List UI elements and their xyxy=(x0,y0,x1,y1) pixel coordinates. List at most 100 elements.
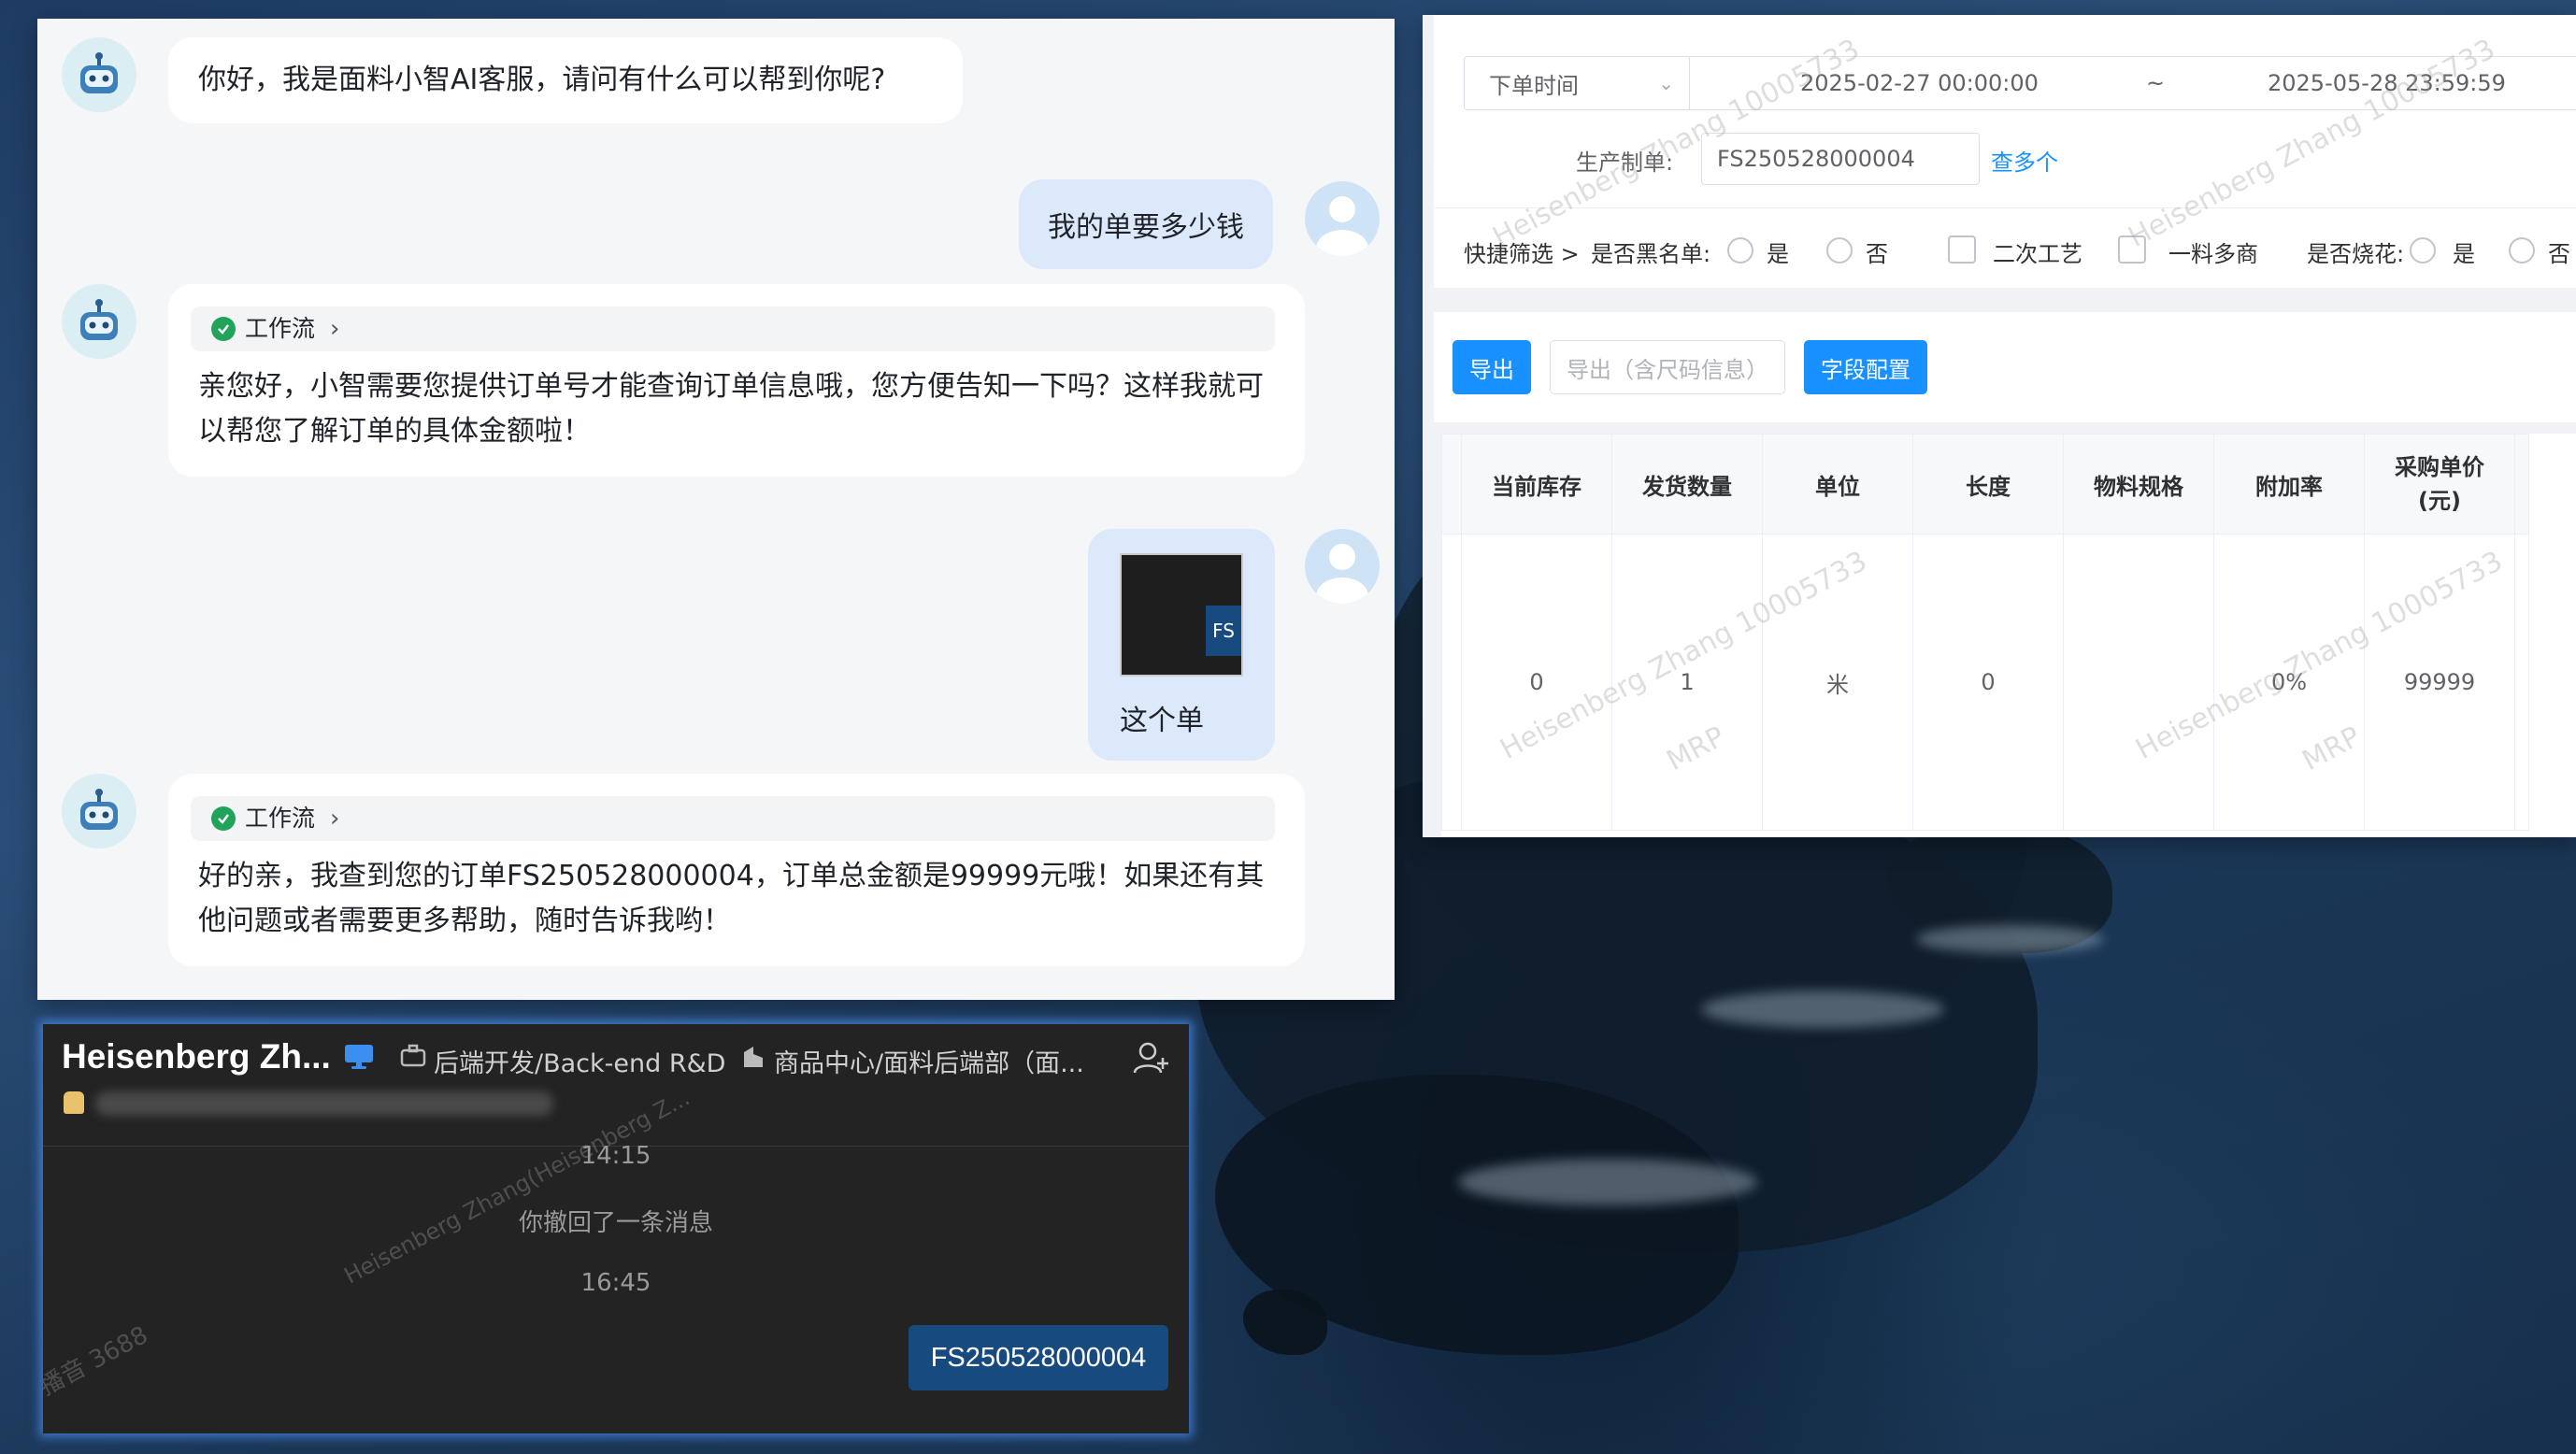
table-cell xyxy=(2063,534,2214,831)
blacklist-no-radio[interactable] xyxy=(1826,237,1853,264)
button-label: 导出 xyxy=(1469,356,1514,383)
add-member-icon[interactable] xyxy=(1133,1041,1170,1078)
message-text: 亲您好，小智需要您提供订单号才能查询订单信息哦，您方便告知一下吗？这样我就可 以… xyxy=(198,364,1264,454)
button-label: 字段配置 xyxy=(1821,356,1911,383)
burnout-no-radio[interactable] xyxy=(2509,237,2535,264)
radio-label: 否 xyxy=(2548,241,2570,267)
rock-shape xyxy=(1243,1290,1327,1355)
bot-avatar xyxy=(62,284,136,359)
thumbnail-highlight: FS xyxy=(1206,606,1241,656)
checkbox-label: 一料多商 xyxy=(2168,241,2258,267)
im-chat-window: Heisenberg Zh... 后端开发/Back-end R&D 商品中心/… xyxy=(43,1024,1189,1433)
bot-message: 工作流 › 亲您好，小智需要您提供订单号才能查询订单信息哦，您方便告知一下吗？这… xyxy=(168,284,1305,477)
check-circle-icon xyxy=(211,806,236,831)
column-header: 当前库存 xyxy=(1461,434,1612,535)
table-cell: 0 xyxy=(1912,534,2064,831)
bot-avatar xyxy=(62,774,136,848)
wave-foam xyxy=(1916,925,2103,953)
table-header-cell xyxy=(2514,434,2529,535)
burnout-label: 是否烧花: xyxy=(2307,241,2405,267)
column-header: 物料规格 xyxy=(2063,434,2214,535)
bot-avatar xyxy=(62,37,136,112)
result-table: 当前库存 发货数量 单位 长度 物料规格 附加率 采购单价 (元) 0 1 米 … xyxy=(1441,434,2576,837)
workflow-label: 工作流 xyxy=(245,805,316,832)
bot-message: 工作流 › 好的亲，我查到您的订单FS250528000004，订单总金额是99… xyxy=(168,774,1305,966)
filter-panel: 下单时间 ⌄ 2025-02-27 00:00:00 ~ 2025-05-28 … xyxy=(1434,15,2576,288)
chevron-right-icon: › xyxy=(330,805,340,833)
message-line: 好的亲，我查到您的订单FS250528000004，订单总金额是99999元哦！… xyxy=(198,860,1265,892)
thumbnail-text: FS xyxy=(1212,620,1235,642)
robot-icon xyxy=(80,789,118,830)
message-line: 他问题或者需要更多帮助，随时告诉我哟！ xyxy=(198,905,731,937)
divider xyxy=(1434,207,2576,208)
erp-panel: 下单时间 ⌄ 2025-02-27 00:00:00 ~ 2025-05-28 … xyxy=(1423,15,2576,837)
user-icon xyxy=(1316,196,1368,256)
table-cell: 0 xyxy=(1461,534,1612,831)
table-header-row: 当前库存 发货数量 单位 长度 物料规格 附加率 采购单价 (元) xyxy=(1441,434,2529,535)
field-config-button[interactable]: 字段配置 xyxy=(1804,340,1927,394)
radio-label: 否 xyxy=(1866,241,1888,267)
select-value: 下单时间 xyxy=(1489,72,1579,99)
message-text: 好的亲，我查到您的订单FS250528000004，订单总金额是99999元哦！… xyxy=(198,854,1264,944)
message-line: 以帮您了解订单的具体金额啦！ xyxy=(198,415,591,448)
radio-label: 是 xyxy=(1767,241,1789,267)
query-multiple-link[interactable]: 查多个 xyxy=(1991,144,2058,177)
wave-foam xyxy=(1701,991,1944,1028)
table-header-cell xyxy=(1441,434,1462,535)
export-button[interactable]: 导出 xyxy=(1453,340,1531,394)
input-value: FS250528000004 xyxy=(1717,146,1915,172)
blacklist-label: 是否黑名单: xyxy=(1591,241,1711,267)
user-avatar xyxy=(1305,529,1380,604)
message-text: FS250528000004 xyxy=(930,1342,1147,1373)
checkbox-label: 二次工艺 xyxy=(1993,241,2082,267)
column-header: 单位 xyxy=(1762,434,1913,535)
table-cell xyxy=(1441,534,1462,831)
message-line: 亲您好，小智需要您提供订单号才能查询订单信息哦，您方便告知一下吗？这样我就可 xyxy=(198,370,1264,403)
table-cell xyxy=(2514,534,2529,831)
export-with-size-button[interactable]: 导出（含尺码信息） xyxy=(1550,340,1785,394)
column-header: 附加率 xyxy=(2213,434,2365,535)
column-header: 发货数量 xyxy=(1611,434,1763,535)
action-bar: 导出 导出（含尺码信息） 字段配置 xyxy=(1434,312,2576,422)
check-circle-icon xyxy=(211,317,236,341)
user-icon xyxy=(1316,544,1368,604)
robot-icon xyxy=(80,299,118,340)
workflow-chip[interactable]: 工作流 › xyxy=(191,796,1275,841)
status-emoji-icon xyxy=(64,1091,84,1114)
user-message: FS 这个单 xyxy=(1088,529,1275,761)
message-text: 我的单要多少钱 xyxy=(1048,211,1244,244)
bot-message: 你好，我是面料小智AI客服，请问有什么可以帮到你呢? xyxy=(168,37,963,123)
chevron-right-icon: › xyxy=(330,315,340,343)
contact-name[interactable]: Heisenberg Zh... xyxy=(62,1037,331,1076)
radio-label: 是 xyxy=(2453,241,2475,267)
secondary-process-checkbox[interactable] xyxy=(1948,235,1976,264)
department-label[interactable]: 后端开发/Back-end R&D xyxy=(434,1043,725,1079)
date-type-select[interactable]: 下单时间 ⌄ xyxy=(1464,56,1690,110)
burnout-yes-radio[interactable] xyxy=(2410,237,2436,264)
column-header: 采购单价 (元) xyxy=(2364,434,2515,535)
ai-chat-window: 你好，我是面料小智AI客服，请问有什么可以帮到你呢? 我的单要多少钱 工作流 › xyxy=(37,19,1395,1000)
timestamp: 16:45 xyxy=(580,1269,651,1297)
production-order-input[interactable]: FS250528000004 xyxy=(1701,133,1980,185)
button-label: 导出（含尺码信息） xyxy=(1567,356,1768,383)
robot-icon xyxy=(80,52,118,93)
user-message: 我的单要多少钱 xyxy=(1019,179,1273,269)
image-thumbnail[interactable]: FS xyxy=(1120,553,1243,677)
workflow-chip[interactable]: 工作流 › xyxy=(191,306,1275,351)
workflow-label: 工作流 xyxy=(245,315,316,342)
date-separator: ~ xyxy=(2146,70,2166,96)
building-icon xyxy=(740,1043,766,1073)
blacklist-yes-radio[interactable] xyxy=(1727,237,1753,264)
watermark: 播音 3688 xyxy=(43,1320,153,1402)
sent-message-bubble[interactable]: FS250528000004 xyxy=(909,1325,1168,1390)
department-label[interactable]: 商品中心/面料后端部（面... xyxy=(774,1043,1084,1079)
signature-blurred xyxy=(95,1091,553,1116)
user-avatar xyxy=(1305,181,1380,256)
wave-foam xyxy=(1458,1159,1757,1205)
chevron-down-icon: ⌄ xyxy=(1658,72,1674,94)
briefcase-icon xyxy=(400,1043,426,1073)
message-text: 这个单 xyxy=(1120,705,1204,737)
column-header: 长度 xyxy=(1912,434,2064,535)
monitor-icon xyxy=(344,1043,374,1075)
recall-notice: 你撤回了一条消息 xyxy=(518,1209,713,1237)
